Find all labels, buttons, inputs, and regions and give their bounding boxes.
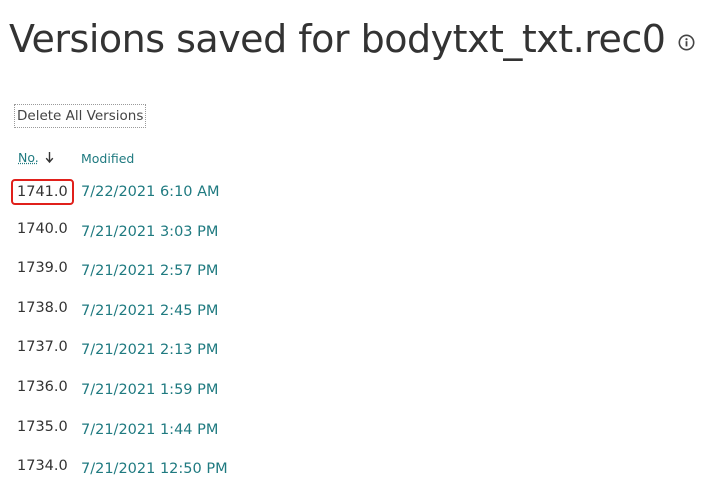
table-row: 1741.0 7/22/2021 6:10 AM — [0, 174, 704, 214]
info-icon[interactable] — [678, 34, 695, 51]
version-modified-link[interactable]: 7/21/2021 2:13 PM — [81, 342, 218, 358]
version-modified-link[interactable]: 7/21/2021 12:50 PM — [81, 461, 228, 477]
arrow-down-icon — [45, 151, 54, 164]
version-modified-link[interactable]: 7/21/2021 1:59 PM — [81, 382, 218, 398]
version-number: 1735.0 — [17, 418, 68, 435]
table-row: 1739.0 7/21/2021 2:57 PM — [0, 253, 704, 293]
table-row: 1736.0 7/21/2021 1:59 PM — [0, 372, 704, 412]
title-row: Versions saved for bodytxt_txt.rec0 — [9, 12, 695, 66]
version-number: 1737.0 — [17, 339, 68, 356]
table-row: 1734.0 7/21/2021 12:50 PM — [0, 451, 704, 491]
table-row: 1737.0 7/21/2021 2:13 PM — [0, 332, 704, 372]
column-header-no-label: No. — [18, 150, 39, 165]
version-number: 1741.0 — [11, 179, 74, 205]
version-number: 1740.0 — [17, 220, 68, 237]
table-row: 1740.0 7/21/2021 3:03 PM — [0, 214, 704, 254]
column-header-modified[interactable]: Modified — [81, 151, 134, 166]
version-modified-link[interactable]: 7/21/2021 2:57 PM — [81, 263, 218, 279]
table-row: 1735.0 7/21/2021 1:44 PM — [0, 412, 704, 452]
version-modified-link[interactable]: 7/21/2021 3:03 PM — [81, 224, 218, 240]
version-modified-link[interactable]: 7/22/2021 6:10 AM — [81, 184, 220, 200]
version-number: 1738.0 — [17, 299, 68, 316]
version-modified-link[interactable]: 7/21/2021 2:45 PM — [81, 303, 218, 319]
versions-list: 1741.0 7/22/2021 6:10 AM 1740.0 7/21/202… — [0, 174, 704, 491]
table-header: No. Modified — [0, 150, 704, 170]
version-number: 1736.0 — [17, 378, 68, 395]
version-number: 1734.0 — [17, 458, 68, 475]
version-modified-link[interactable]: 7/21/2021 1:44 PM — [81, 422, 218, 438]
table-row: 1738.0 7/21/2021 2:45 PM — [0, 293, 704, 333]
delete-all-versions-button[interactable]: Delete All Versions — [14, 104, 147, 128]
page-title: Versions saved for bodytxt_txt.rec0 — [9, 17, 666, 61]
version-history-page: Versions saved for bodytxt_txt.rec0 Dele… — [0, 0, 704, 493]
column-header-no[interactable]: No. — [18, 150, 54, 165]
version-number: 1739.0 — [17, 260, 68, 277]
